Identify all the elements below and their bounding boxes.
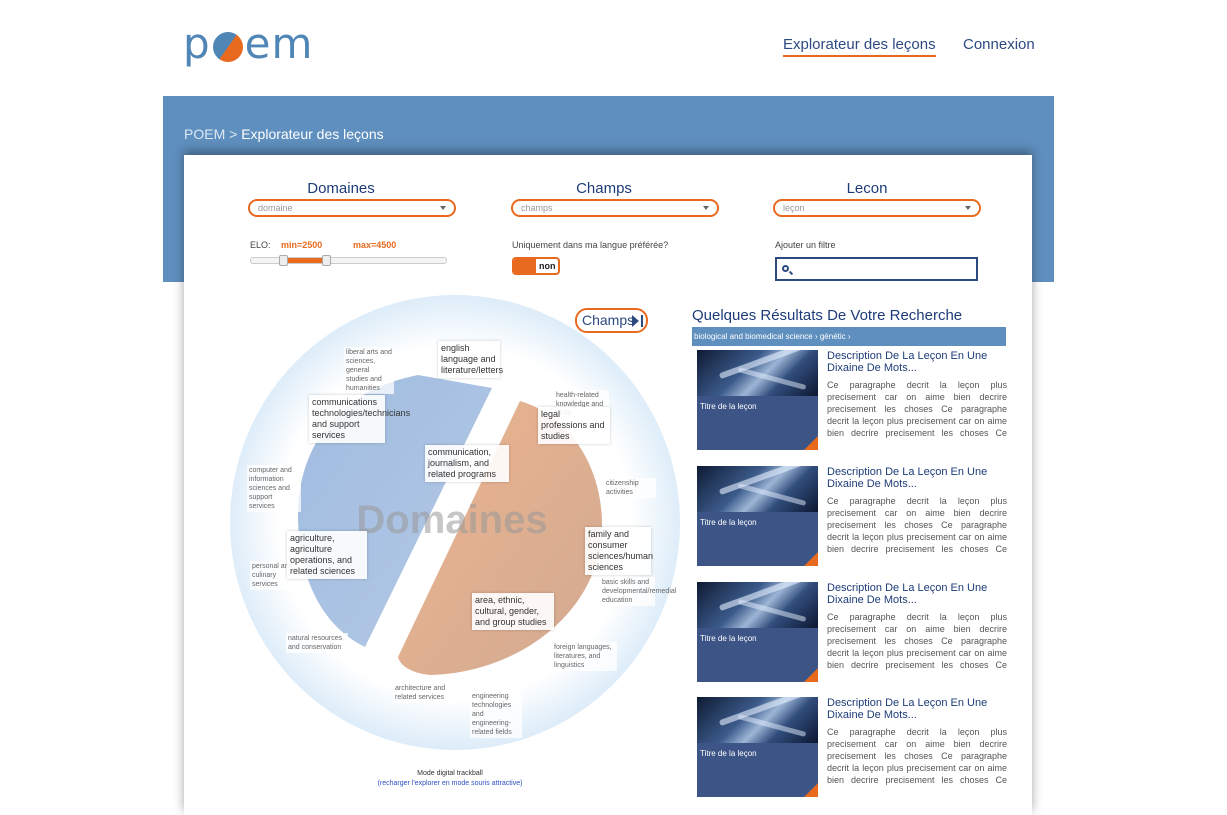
result-title[interactable]: Description De La Leçon En Une Dixaine D… [827, 466, 1007, 490]
chevron-down-icon [703, 206, 709, 210]
result-title[interactable]: Description De La Leçon En Une Dixaine D… [827, 697, 1007, 721]
play-next-icon [632, 315, 639, 327]
result-thumbnail[interactable]: Titre de la leçon [697, 582, 818, 682]
result-thumbnail[interactable]: Titre de la leçon [697, 466, 818, 566]
logo-o-icon [206, 26, 249, 68]
domain-explorer-viz[interactable]: Domaines liberal arts and sciences, gene… [220, 295, 685, 765]
viz-label-large[interactable]: family and consumer sciences/human scien… [585, 527, 653, 575]
elo-label: ELO: [250, 240, 271, 250]
slider-fill [284, 258, 327, 263]
result-item[interactable]: Titre de la leçon Description De La Leço… [697, 466, 1007, 568]
viz-label-large[interactable]: area, ethnic, cultural, gender, and grou… [472, 593, 554, 630]
viz-label-large[interactable]: communication, journalism, and related p… [425, 445, 509, 482]
poem-logo[interactable]: p em [183, 22, 313, 68]
viz-label-large[interactable]: english language and literature/letters [438, 341, 503, 378]
viz-label-large[interactable]: agriculture, agriculture operations, and… [287, 531, 367, 579]
breadcrumb-current: Explorateur des leçons [241, 126, 384, 142]
viz-label-small[interactable]: engineering technologies and engineering… [470, 691, 522, 738]
lecon-select[interactable]: leçon [773, 199, 981, 217]
chevron-down-icon [965, 206, 971, 210]
breadcrumb-root[interactable]: POEM [184, 126, 225, 142]
lecon-title: Lecon [846, 180, 888, 197]
elo-min: min=2500 [281, 240, 323, 250]
domaines-title: Domaines [307, 180, 375, 197]
breadcrumb-separator: > [229, 126, 238, 142]
viz-label-small[interactable]: citizenship activities [604, 478, 656, 498]
result-item[interactable]: Titre de la leçon Description De La Leço… [697, 350, 1007, 452]
nav-explorateur[interactable]: Explorateur des leçons [783, 36, 936, 57]
viz-label-small[interactable]: foreign languages, literatures, and ling… [552, 642, 617, 671]
filter-search-input[interactable] [775, 257, 978, 281]
elo-max: max=4500 [353, 240, 397, 250]
results-breadcrumb[interactable]: biological and biomedical science › géné… [692, 327, 1006, 346]
slider-min-handle[interactable] [279, 255, 288, 266]
result-title[interactable]: Description De La Leçon En Une Dixaine D… [827, 582, 1007, 606]
champs-title: Champs [576, 180, 632, 197]
ajouter-filtre-label: Ajouter un filtre [775, 240, 836, 250]
result-title[interactable]: Description De La Leçon En Une Dixaine D… [827, 350, 1007, 374]
result-description: Ce paragraphe decrit la leçon plus preci… [827, 380, 1007, 441]
viz-label-small[interactable]: architecture and related services [393, 683, 455, 703]
chevron-down-icon [440, 206, 446, 210]
slider-max-handle[interactable] [322, 255, 331, 266]
result-item[interactable]: Titre de la leçon Description De La Leço… [697, 582, 1007, 684]
viz-reload-link[interactable]: (recharger l'explorer en mode souris att… [350, 780, 550, 787]
viz-mode-label: Mode digital trackball [417, 770, 483, 777]
viz-label-small[interactable]: basic skills and developmental/remedial … [600, 577, 676, 606]
domaines-select[interactable]: domaine [248, 199, 456, 217]
breadcrumb: POEM > Explorateur des leçons [184, 126, 384, 142]
result-description: Ce paragraphe decrit la leçon plus preci… [827, 727, 1007, 788]
toggle-label: non [539, 261, 556, 271]
champs-toggle-button[interactable]: Champs [575, 308, 648, 333]
result-description: Ce paragraphe decrit la leçon plus preci… [827, 496, 1007, 557]
langue-toggle[interactable]: non [512, 257, 560, 275]
viz-center-label: Domaines [356, 498, 547, 542]
result-description: Ce paragraphe decrit la leçon plus preci… [827, 612, 1007, 673]
result-item[interactable]: Titre de la leçon Description De La Leço… [697, 697, 1007, 799]
viz-label-small[interactable]: computer and information sciences and su… [247, 465, 301, 512]
toggle-knob [514, 259, 536, 273]
results-title: Quelques Résultats De Votre Recherche [692, 307, 963, 324]
result-thumbnail[interactable]: Titre de la leçon [697, 350, 818, 450]
elo-range-slider[interactable] [250, 255, 447, 266]
viz-label-large[interactable]: legal professions and studies [538, 407, 610, 444]
viz-label-large[interactable]: communications technologies/technicians … [309, 395, 410, 443]
header: p em Explorateur des leçons Connexion [0, 0, 1227, 96]
nav-connexion[interactable]: Connexion [963, 36, 1035, 53]
search-icon [782, 265, 789, 272]
langue-label: Uniquement dans ma langue préférée? [512, 240, 669, 250]
result-thumbnail[interactable]: Titre de la leçon [697, 697, 818, 797]
viz-label-small[interactable]: natural resources and conservation [286, 633, 348, 653]
champs-select[interactable]: champs [511, 199, 719, 217]
viz-label-small[interactable]: liberal arts and sciences, general studi… [344, 347, 394, 394]
